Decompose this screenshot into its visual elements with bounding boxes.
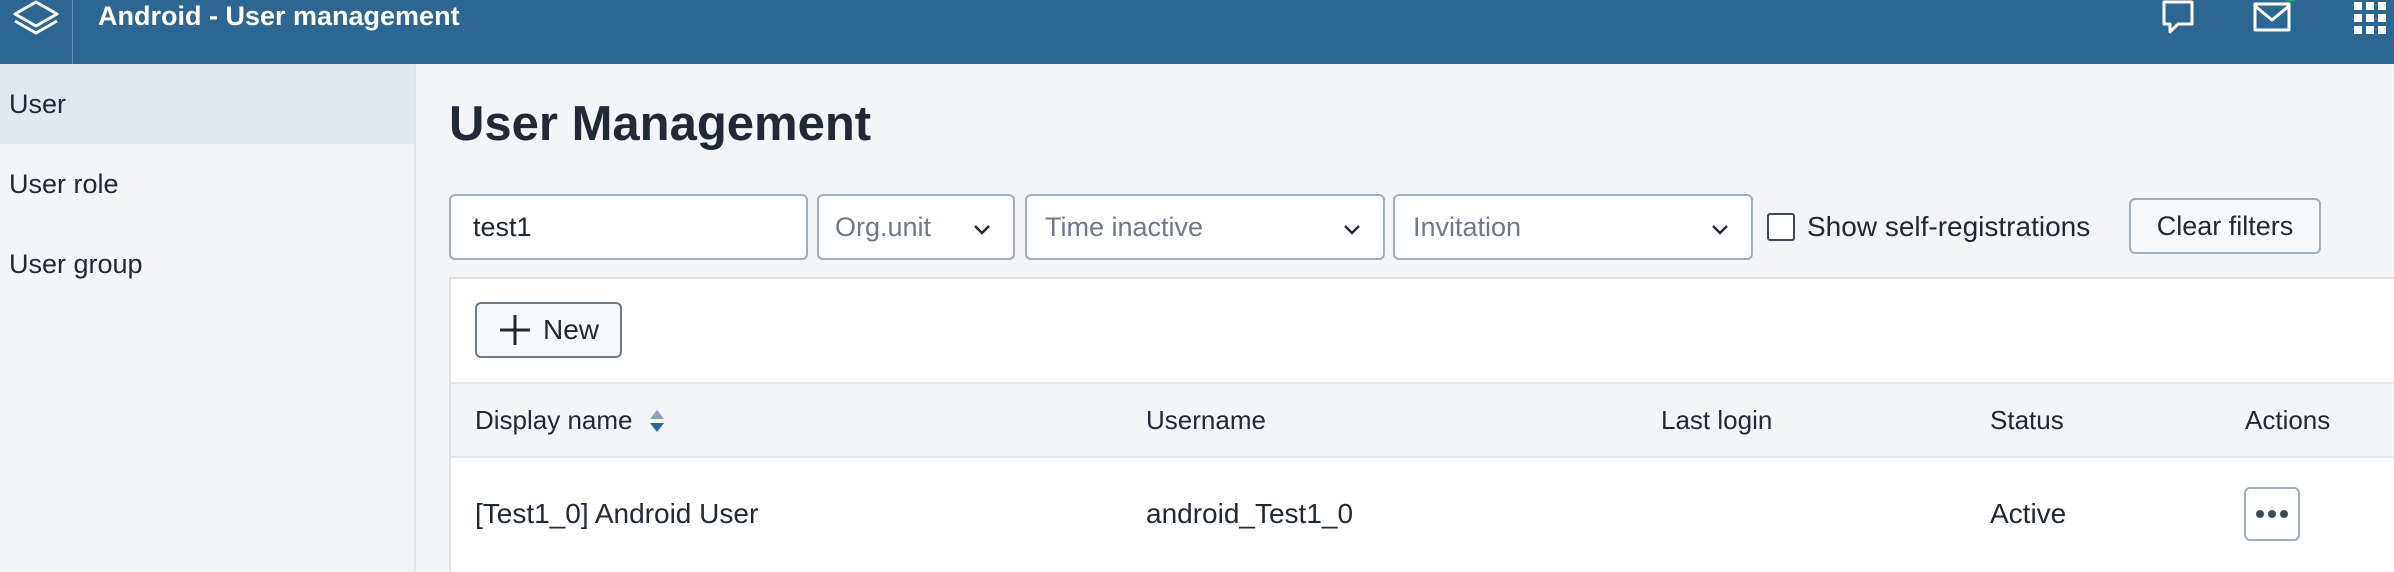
show-self-registrations-label[interactable]: Show self-registrations: [1807, 207, 2090, 247]
table-header: [451, 382, 2394, 458]
plus-icon: [500, 315, 530, 345]
column-header-actions: Actions: [2245, 405, 2331, 435]
sidebar-item-user-group[interactable]: User group: [0, 224, 414, 304]
sidebar-item-user-role[interactable]: User role: [0, 144, 414, 224]
search-input-value: test1: [473, 211, 532, 242]
chevron-down-icon: [974, 225, 990, 235]
cell-username: android_Test1_0: [1146, 498, 1354, 529]
cell-status: Active: [1990, 498, 2067, 529]
apps-grid-icon[interactable]: [2346, 0, 2394, 42]
clear-filters-button[interactable]: Clear filters: [2129, 198, 2321, 254]
column-header-username[interactable]: Username: [1146, 400, 1266, 440]
mail-icon[interactable]: [2248, 0, 2298, 42]
header-divider: [72, 0, 73, 64]
search-input[interactable]: test1: [449, 194, 808, 260]
chevron-down-icon: [1344, 225, 1360, 235]
column-header-last-login[interactable]: Last login: [1661, 400, 1772, 440]
layers-logo-icon[interactable]: [0, 0, 72, 64]
row-actions-button[interactable]: [2244, 487, 2300, 541]
top-header-bar: Android - User management: [0, 0, 2394, 64]
app-title: Android - User management: [98, 1, 460, 31]
new-user-button[interactable]: New: [475, 302, 622, 358]
show-self-registrations-checkbox[interactable]: [1767, 213, 1795, 241]
time-inactive-placeholder: Time inactive: [1045, 211, 1204, 242]
sort-icon[interactable]: [648, 408, 666, 434]
sidebar-item-user[interactable]: User: [0, 64, 414, 144]
column-header-display-name[interactable]: Display name: [475, 400, 633, 440]
cell-display-name[interactable]: [Test1_0] Android User: [475, 494, 758, 534]
new-button-label: New: [543, 314, 600, 345]
page-title: User Management: [449, 97, 872, 151]
chevron-down-icon: [1712, 225, 1728, 235]
chat-icon[interactable]: [2154, 0, 2202, 42]
org-unit-select[interactable]: Org.unit: [817, 194, 1015, 260]
column-header-status[interactable]: Status: [1990, 400, 2064, 440]
sidebar: User User role User group: [0, 64, 416, 572]
invitation-select[interactable]: Invitation: [1393, 194, 1753, 260]
org-unit-placeholder: Org.unit: [835, 211, 932, 242]
invitation-placeholder: Invitation: [1413, 211, 1522, 242]
time-inactive-select[interactable]: Time inactive: [1025, 194, 1385, 260]
more-horizontal-icon: [2256, 510, 2288, 518]
